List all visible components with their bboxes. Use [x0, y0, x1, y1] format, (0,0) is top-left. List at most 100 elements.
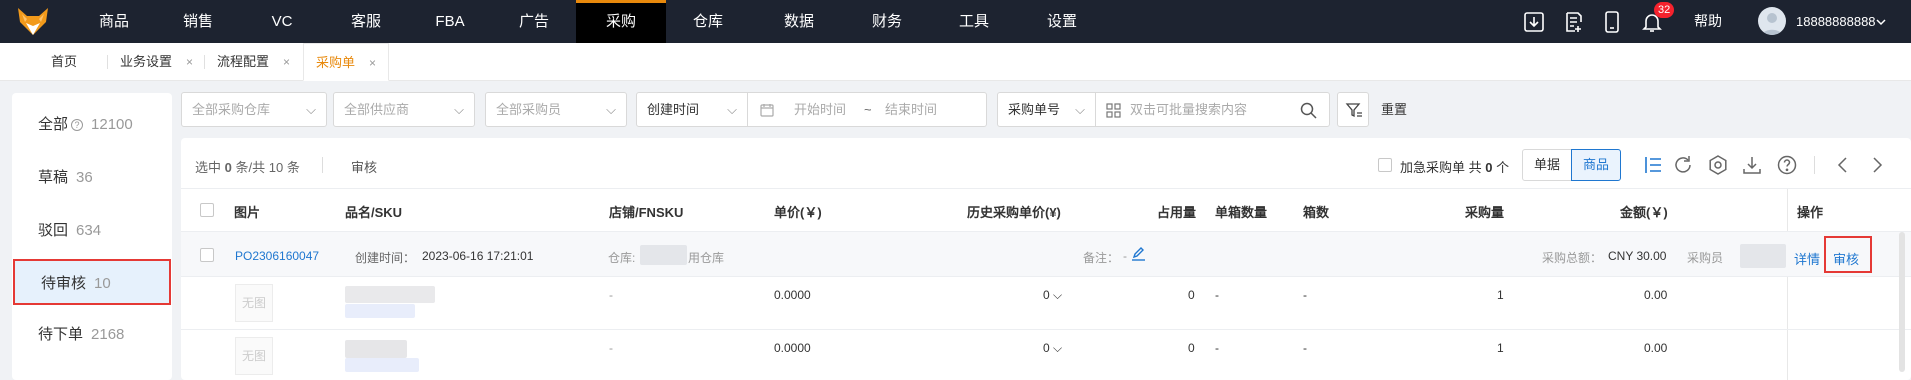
- selection-summary: 选中 0 条/共 10 条: [195, 157, 300, 176]
- row-divider: [181, 188, 1911, 189]
- selection-mid: 条/共: [235, 160, 266, 175]
- nav-item-vc[interactable]: VC: [240, 0, 324, 43]
- column-header-history-price: 历史采购单价(¥): [967, 205, 1061, 220]
- search-input[interactable]: 双击可批量搜索内容: [1095, 92, 1330, 127]
- nav-item-data[interactable]: 数据: [757, 0, 841, 43]
- select-all-checkbox[interactable]: [200, 203, 214, 217]
- order-total-label: 采购总额：: [1542, 251, 1603, 265]
- nav-item-sales[interactable]: 销售: [156, 0, 240, 43]
- tab-label: 采购单: [316, 55, 356, 70]
- occupied-value: 0: [1188, 341, 1195, 355]
- tab-business-settings[interactable]: 业务设置 ×: [120, 43, 193, 81]
- redacted-product-name: [345, 286, 435, 303]
- chevron-right-icon[interactable]: [1866, 154, 1888, 176]
- reset-button[interactable]: 重置: [1381, 92, 1407, 127]
- search-type-select[interactable]: 采购单号 ⌵: [997, 92, 1096, 127]
- history-price-value[interactable]: 0 ⌵: [1043, 288, 1062, 303]
- batch-audit-button[interactable]: 审核: [351, 157, 377, 176]
- app-logo-icon[interactable]: [16, 6, 50, 36]
- view-by-product-button[interactable]: 商品: [1571, 149, 1621, 181]
- tab-process-config[interactable]: 流程配置 ×: [217, 43, 290, 81]
- date-range-picker[interactable]: 开始时间 ~ 结束时间: [747, 92, 987, 127]
- help-icon[interactable]: ?: [71, 119, 84, 132]
- tab-divider: [204, 55, 205, 69]
- sidebar-item-pending-order[interactable]: 待下单 2168: [12, 312, 172, 358]
- sidebar-item-draft[interactable]: 草稿 36: [12, 155, 172, 201]
- column-header-image: 图片: [234, 205, 261, 220]
- sidebar-item-count: 10: [94, 275, 111, 292]
- history-price-value[interactable]: 0 ⌵: [1043, 341, 1062, 356]
- buyer-select-value: 全部采购员: [496, 102, 562, 117]
- sidebar-item-all[interactable]: 全部? 12100: [12, 102, 172, 148]
- order-detail-link[interactable]: 详情: [1794, 249, 1820, 268]
- nav-item-settings[interactable]: 设置: [1020, 0, 1104, 43]
- refresh-icon[interactable]: [1672, 154, 1694, 176]
- column-header-boxes: 箱数: [1303, 205, 1330, 220]
- time-type-select[interactable]: 创建时间 ⌵: [636, 92, 748, 127]
- selected-count: 0: [224, 160, 232, 175]
- table-scrollbar[interactable]: [1899, 232, 1905, 372]
- total-count: 10: [268, 160, 284, 175]
- tab-label: 业务设置: [120, 54, 173, 69]
- boxes-value: -: [1303, 341, 1307, 355]
- settings-icon[interactable]: [1707, 154, 1729, 176]
- shop-value: -: [609, 341, 613, 355]
- help-link[interactable]: 帮助: [1694, 0, 1722, 43]
- tab-purchase-order[interactable]: 采购单 ×: [303, 43, 390, 81]
- task-list-icon[interactable]: [1562, 10, 1586, 34]
- export-icon[interactable]: [1741, 154, 1763, 176]
- username[interactable]: 18888888888: [1796, 0, 1876, 43]
- edit-remark-icon[interactable]: [1131, 246, 1146, 261]
- supplier-select[interactable]: 全部供应商 ⌵: [333, 92, 475, 127]
- help-icon[interactable]: [1776, 154, 1798, 176]
- nav-item-purchase[interactable]: 采购: [576, 0, 666, 43]
- nav-item-customer-service[interactable]: 客服: [324, 0, 408, 43]
- nav-item-warehouse[interactable]: 仓库: [666, 0, 750, 43]
- advanced-filter-button[interactable]: [1337, 92, 1369, 127]
- sidebar-item-count: 12100: [91, 116, 133, 133]
- amount-value: 0.00: [1644, 288, 1668, 302]
- order-number-link[interactable]: PO2306160047: [235, 249, 319, 263]
- urgent-filter-checkbox[interactable]: [1378, 158, 1392, 172]
- nav-item-fba[interactable]: FBA: [408, 0, 492, 43]
- end-date-input[interactable]: 结束时间: [885, 93, 937, 126]
- close-icon[interactable]: ×: [283, 55, 290, 69]
- urgent-prefix: 加急采购单 共: [1400, 160, 1482, 175]
- column-header-actions: 操作: [1797, 205, 1824, 220]
- order-checkbox[interactable]: [200, 248, 214, 262]
- tab-label: 流程配置: [217, 54, 270, 69]
- nav-item-finance[interactable]: 财务: [845, 0, 929, 43]
- order-remark-value: -: [1123, 249, 1127, 263]
- urgent-summary: 加急采购单 共 0 个: [1400, 157, 1509, 176]
- user-menu-chevron-icon[interactable]: [1876, 18, 1886, 26]
- search-icon[interactable]: [1300, 102, 1317, 119]
- warehouse-select[interactable]: 全部采购仓库 ⌵: [181, 92, 327, 127]
- buyer-select[interactable]: 全部采购员 ⌵: [485, 92, 627, 127]
- chevron-down-icon: ⌵: [727, 102, 737, 117]
- sidebar-item-label: 待审核: [41, 275, 87, 292]
- nav-item-ads[interactable]: 广告: [492, 0, 576, 43]
- sidebar-item-rejected[interactable]: 驳回 634: [12, 208, 172, 254]
- close-icon[interactable]: ×: [369, 56, 376, 70]
- column-header-quantity: 采购量: [1465, 205, 1505, 220]
- toolbar-divider: [1814, 156, 1815, 174]
- order-audit-link[interactable]: 审核: [1833, 249, 1859, 268]
- mobile-icon[interactable]: [1600, 10, 1624, 34]
- view-by-document-button[interactable]: 单据: [1522, 149, 1572, 181]
- occupied-value: 0: [1188, 288, 1195, 302]
- row-divider: [181, 329, 1911, 330]
- column-settings-icon[interactable]: [1642, 154, 1664, 176]
- sidebar-item-count: 36: [76, 169, 93, 186]
- close-icon[interactable]: ×: [186, 55, 193, 69]
- chevron-left-icon[interactable]: [1832, 154, 1854, 176]
- tab-home[interactable]: 首页: [51, 43, 77, 81]
- avatar[interactable]: [1758, 7, 1786, 35]
- start-date-input[interactable]: 开始时间: [794, 93, 846, 126]
- sidebar-item-pending-review[interactable]: 待审核 10: [13, 259, 171, 305]
- nav-item-products[interactable]: 商品: [72, 0, 156, 43]
- nav-item-tools[interactable]: 工具: [932, 0, 1016, 43]
- quantity-value: 1: [1497, 341, 1504, 355]
- download-icon[interactable]: [1522, 10, 1546, 34]
- sidebar-item-label: 驳回: [38, 222, 69, 239]
- batch-search-icon[interactable]: [1106, 103, 1121, 118]
